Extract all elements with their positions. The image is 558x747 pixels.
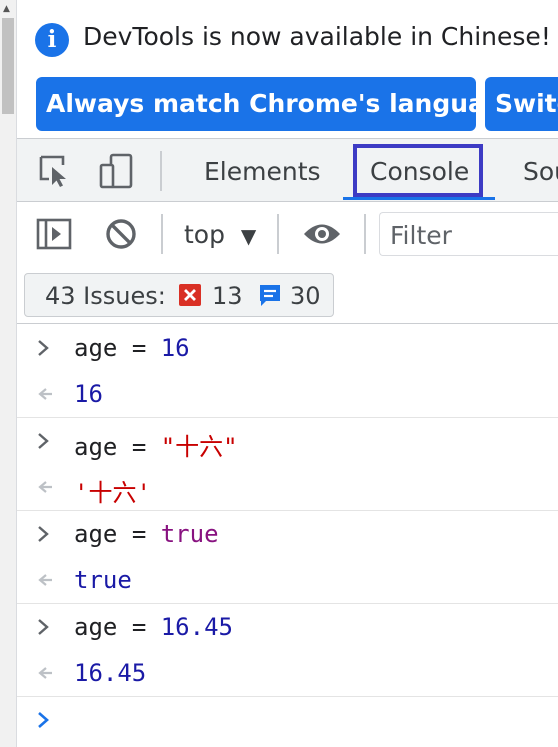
console-input-line: age = 16 <box>17 325 558 371</box>
info-issue-count: 30 <box>290 282 321 310</box>
console-input-line: age = "十六" <box>17 418 558 464</box>
language-banner: i DevTools is now available in Chinese! … <box>17 0 558 138</box>
tab-elements[interactable]: Elements <box>204 139 321 201</box>
console-prompt[interactable] <box>17 697 558 743</box>
prompt-chevron-icon <box>36 711 50 733</box>
console-tab-highlight <box>353 144 483 197</box>
input-chevron-icon <box>36 618 50 640</box>
issues-label: 43 Issues: <box>45 282 166 310</box>
result-arrow-icon <box>36 664 54 686</box>
input-chevron-icon <box>36 525 50 547</box>
input-code: age = 16 <box>74 334 190 362</box>
result-value: true <box>74 566 132 594</box>
issues-bar: 43 Issues: 13 30 <box>17 266 558 324</box>
inspect-element-icon[interactable] <box>37 153 73 189</box>
switch-devtools-language-button[interactable]: Switch DevTools to Chinese <box>485 77 558 131</box>
console-result-line: '十六' <box>17 464 558 511</box>
live-expression-eye-icon[interactable] <box>302 221 342 251</box>
input-code: age = "十六" <box>74 433 238 461</box>
console-input-line: age = 16.45 <box>17 604 558 650</box>
result-arrow-icon <box>36 385 54 407</box>
devtools-tab-bar: Elements Console Sources <box>17 138 558 202</box>
info-issue-icon <box>258 283 282 313</box>
always-match-language-button[interactable]: Always match Chrome's language <box>36 77 476 131</box>
result-arrow-icon <box>36 478 54 500</box>
result-value: 16 <box>74 380 103 408</box>
toolbar-separator <box>364 214 366 254</box>
issues-counter-button[interactable]: 43 Issues: 13 30 <box>24 273 334 317</box>
toolbar-separator <box>277 214 279 254</box>
scroll-up-arrow-icon[interactable]: ▲ <box>3 4 10 14</box>
console-messages: age = 16 16 age = "十六" '十六' age = true t… <box>17 325 558 743</box>
result-arrow-icon <box>36 571 54 593</box>
active-tab-indicator <box>343 197 495 200</box>
console-toolbar: top ▼ Filter <box>17 202 558 266</box>
input-code: age = true <box>74 520 219 548</box>
input-code: age = 16.45 <box>74 613 233 641</box>
input-chevron-icon <box>36 339 50 361</box>
tab-separator <box>160 151 162 191</box>
context-label: top <box>184 220 225 249</box>
banner-message: DevTools is now available in Chinese! <box>83 22 551 51</box>
toolbar-separator <box>161 214 163 254</box>
info-icon: i <box>35 23 69 57</box>
scrollbar-thumb[interactable] <box>2 18 14 114</box>
context-selector[interactable]: top ▼ <box>184 220 256 249</box>
result-value: 16.45 <box>74 659 147 687</box>
page-scrollbar[interactable]: ▲ <box>0 0 17 747</box>
filter-input[interactable]: Filter <box>379 212 558 256</box>
console-input-line: age = true <box>17 511 558 557</box>
tab-sources[interactable]: Sources <box>523 139 558 201</box>
device-toolbar-icon[interactable] <box>99 153 135 189</box>
console-result-line: 16.45 <box>17 650 558 697</box>
filter-placeholder: Filter <box>390 221 452 250</box>
devtools-panel: i DevTools is now available in Chinese! … <box>17 0 558 747</box>
clear-console-icon[interactable] <box>104 217 138 255</box>
error-issue-count: 13 <box>212 282 243 310</box>
input-chevron-icon <box>36 432 50 454</box>
error-issue-icon <box>178 283 202 311</box>
dropdown-arrow-icon: ▼ <box>240 224 257 248</box>
show-sidebar-icon[interactable] <box>36 218 72 254</box>
console-result-line: true <box>17 557 558 604</box>
result-value: '十六' <box>74 479 151 507</box>
console-result-line: 16 <box>17 371 558 418</box>
